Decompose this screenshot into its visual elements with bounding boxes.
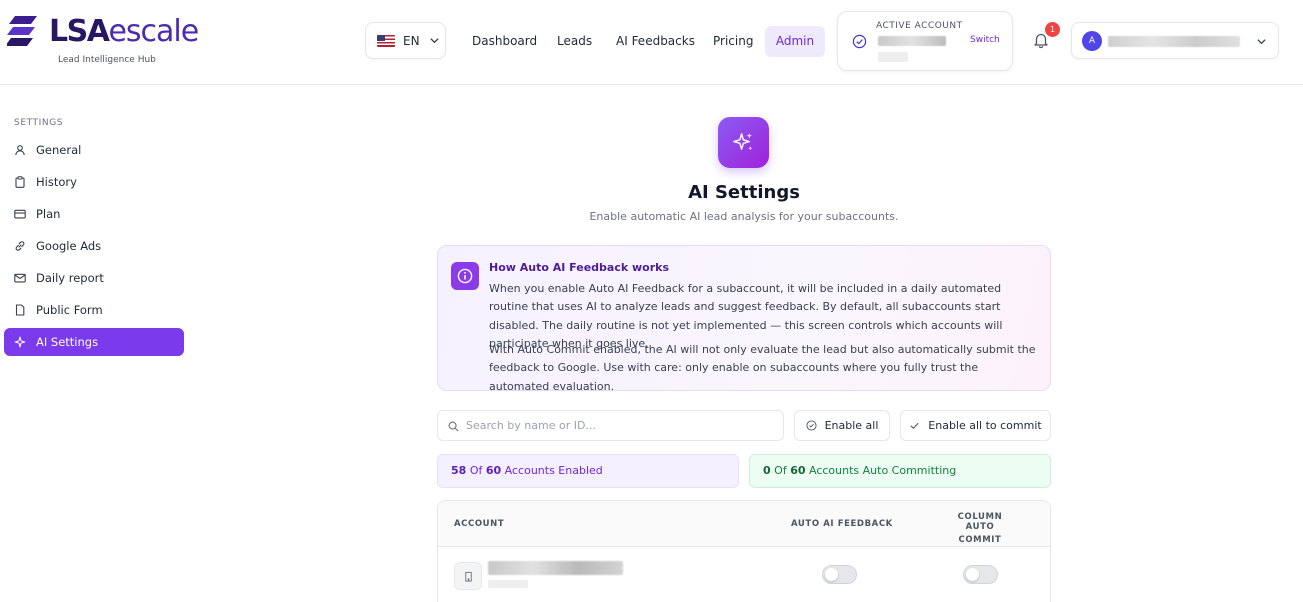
info-paragraph-2: With Auto Commit enabled, the AI will no… [489, 343, 1036, 393]
of-label: Of [774, 464, 787, 477]
sparkles-icon [14, 336, 26, 348]
accounts-committing-stat: 0 Of 60 Accounts Auto Committing [749, 454, 1051, 488]
of-label: Of [469, 464, 483, 477]
sidebar-heading: SETTINGS [14, 118, 64, 128]
chevron-down-icon [1257, 39, 1266, 45]
sidebar-item-label: Public Form [36, 303, 103, 317]
active-account-card: ACTIVE ACCOUNT Switch [837, 11, 1013, 71]
sidebar-item-label: Daily report [36, 271, 104, 285]
column-auto-commit-line1: COLUMN AUTO [957, 512, 1003, 532]
committing-label: Accounts Auto Committing [809, 464, 957, 477]
nav-leads[interactable]: Leads [547, 26, 602, 56]
column-auto-commit-line2: COMMIT [958, 535, 1002, 545]
sidebar-item-label: General [36, 143, 82, 157]
check-icon [910, 422, 919, 430]
enabled-label: Accounts Enabled [504, 464, 603, 477]
avatar: A [1082, 31, 1102, 51]
table-row [438, 548, 1050, 602]
language-code: EN [403, 33, 420, 48]
column-auto-commit: COLUMN AUTO COMMIT [944, 512, 1016, 545]
nav-ai-feedbacks[interactable]: AI Feedbacks [606, 26, 705, 56]
sidebar-item-general[interactable]: General [4, 136, 184, 164]
sidebar-item-daily-report[interactable]: Daily report [4, 264, 184, 292]
account-id-redacted [878, 52, 908, 62]
column-account: ACCOUNT [454, 519, 505, 529]
accounts-enabled-stat: 58 Of 60 Accounts Enabled [437, 454, 739, 488]
info-callout: How Auto AI Feedback works When you enab… [437, 245, 1051, 393]
active-account-label: ACTIVE ACCOUNT [876, 21, 963, 31]
nav-dashboard[interactable]: Dashboard [462, 26, 547, 56]
ai-settings-hero-icon [718, 117, 769, 168]
account-name-redacted [488, 561, 623, 575]
check-circle-icon [806, 420, 817, 431]
nav-admin[interactable]: Admin [765, 26, 825, 57]
account-name-redacted [878, 36, 946, 46]
sidebar-item-ai-settings[interactable]: AI Settings [4, 328, 184, 356]
page-title: AI Settings [688, 182, 800, 203]
column-auto-ai-feedback: AUTO AI FEEDBACK [791, 519, 893, 529]
sidebar-item-label: Google Ads [36, 239, 102, 253]
enabled-count: 58 [451, 464, 467, 477]
info-icon [451, 262, 479, 290]
committing-count: 0 [763, 464, 771, 477]
file-icon [15, 304, 25, 316]
sidebar-item-google-ads[interactable]: Google Ads [4, 232, 184, 260]
page-subtitle: Enable automatic AI lead analysis for yo… [589, 210, 899, 223]
logo-subtitle: Lead Intelligence Hub [58, 55, 156, 65]
switch-account-button[interactable]: Switch [970, 35, 1000, 45]
mail-icon [14, 273, 26, 283]
logo-mark-icon [7, 16, 37, 46]
info-title: How Auto AI Feedback works [489, 261, 670, 274]
auto-ai-feedback-toggle[interactable] [822, 565, 857, 584]
nav-pricing[interactable]: Pricing [703, 26, 763, 56]
enable-all-commit-label: Enable all to commit [928, 419, 1042, 432]
sparkles-icon [733, 132, 753, 151]
search-icon [448, 421, 459, 432]
top-header: LSAescale Lead Intelligence Hub EN Dashb… [0, 0, 1303, 85]
auto-commit-toggle[interactable] [963, 565, 998, 584]
building-icon [454, 562, 482, 590]
user-name-redacted [1108, 36, 1240, 47]
sidebar-item-label: AI Settings [36, 335, 99, 349]
sidebar-item-public-form[interactable]: Public Form [4, 296, 184, 324]
language-selector[interactable]: EN [365, 22, 446, 59]
brand-logo[interactable]: LSAescale Lead Intelligence Hub [7, 12, 207, 68]
notification-badge: 1 [1045, 22, 1060, 37]
enable-all-label: Enable all [824, 419, 879, 432]
table-header: ACCOUNT AUTO AI FEEDBACK COLUMN AUTO COM… [438, 501, 1050, 547]
account-id-redacted [488, 580, 528, 588]
committing-total: 60 [790, 464, 806, 477]
enabled-total: 60 [485, 464, 502, 477]
accounts-table: ACCOUNT AUTO AI FEEDBACK COLUMN AUTO COM… [437, 500, 1051, 602]
search-input[interactable] [466, 411, 776, 440]
enable-all-button[interactable]: Enable all [794, 410, 890, 441]
chevron-down-icon [429, 38, 439, 44]
us-flag-icon [377, 34, 395, 47]
logo-wordmark: LSAescale [49, 14, 199, 49]
enable-all-commit-button[interactable]: Enable all to commit [900, 410, 1051, 441]
user-icon [15, 145, 25, 156]
link-icon [15, 241, 25, 251]
check-circle-icon [852, 34, 867, 49]
user-menu[interactable]: A [1071, 22, 1279, 59]
account-search[interactable] [437, 410, 784, 441]
